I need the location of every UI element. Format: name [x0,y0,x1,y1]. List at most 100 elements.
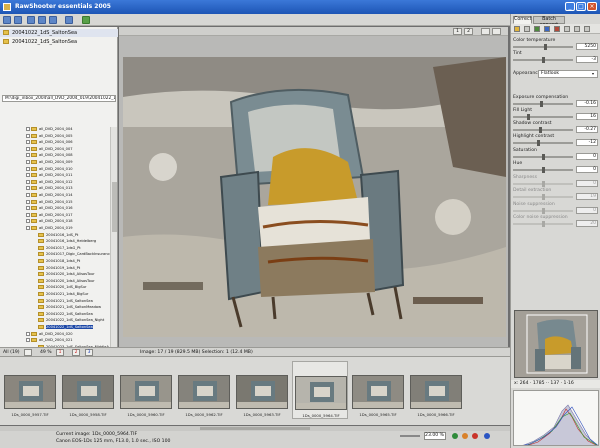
tree-item[interactable]: all_DVD_2004_009 [26,160,73,166]
control-slider[interactable] [513,127,573,133]
tree-item[interactable]: all_DVD_2004_016 [26,206,73,212]
expand-icon[interactable] [26,199,30,204]
tree-item[interactable]: all_DVD_2004_004 [26,127,73,133]
tree-item[interactable]: 20041022_1dS_SaltonSea_Night [38,318,104,324]
tree-item[interactable]: 20041016_1ds4_Heidelberg [38,239,96,245]
filmstrip-thumb[interactable]: 1Ds_0000_5966.TIF [408,361,464,419]
control-slider[interactable] [513,221,573,227]
filter-all-button[interactable]: All (19) [3,348,20,357]
tree-item[interactable]: 20041021_1dS_SaltonSea [38,298,93,305]
close-button[interactable]: × [587,2,597,11]
info-icon[interactable] [484,433,490,439]
control-slider[interactable] [513,44,573,50]
maximize-button[interactable]: □ [576,2,586,11]
browse-icon[interactable] [14,16,22,24]
zoom-slider[interactable] [400,435,420,437]
control-value[interactable]: 19 [576,193,598,200]
filmstrip-thumb[interactable]: 1Ds_0000_5957.TIF [2,361,58,419]
control-value[interactable]: -12 [576,139,598,146]
navigator-preview[interactable] [514,310,598,378]
tree-scrollbar[interactable] [110,127,117,352]
tree-item[interactable]: all_DVD_2004_005 [26,133,73,140]
rotate-right-icon[interactable] [492,28,501,35]
expand-icon[interactable] [26,160,30,164]
expand-icon[interactable] [26,212,30,217]
filmstrip-thumb[interactable]: 1Ds_0000_5963.TIF [234,361,290,419]
snapshot-icon[interactable] [544,26,550,32]
tab-correct[interactable]: Correct [513,16,532,24]
control-value[interactable]: 5250 [576,43,598,50]
control-slider[interactable] [513,114,573,120]
control-slider[interactable] [513,208,573,214]
control-slider[interactable] [513,154,573,160]
minimize-button[interactable]: _ [565,2,575,11]
expand-icon[interactable] [26,146,30,151]
expand-icon[interactable] [26,331,30,336]
tree-item[interactable]: all_DVD_2004_007 [26,146,73,153]
tree-item[interactable]: all_DVD_2004_018 [26,219,73,225]
rotate-left-icon[interactable] [481,28,490,35]
slider-knob[interactable] [541,208,545,214]
tab-batch-convert[interactable]: Batch convert [533,16,565,28]
expand-icon[interactable] [26,127,30,131]
expand-icon[interactable] [26,219,30,224]
tree-item[interactable]: 20041022_1dS_SaltonSea [38,311,93,318]
expand-icon[interactable] [26,173,30,178]
paste-icon[interactable] [574,26,580,32]
filmstrip-thumb[interactable]: 1Ds_0000_5958.TIF [60,361,116,419]
tree-item[interactable]: all_DVD_2004_010 [26,166,73,173]
tree-scroll-thumb[interactable] [112,182,117,232]
undo-icon[interactable] [534,26,540,32]
fit-icon[interactable] [452,433,458,439]
control-slider[interactable] [513,140,573,146]
expand-icon[interactable] [26,186,30,191]
expand-icon[interactable] [26,179,30,184]
tree-item[interactable]: all_DVD_2004_015 [26,199,73,206]
tree-item[interactable]: all_DVD_2004_017 [26,212,73,219]
slider-knob[interactable] [536,140,540,146]
control-slider[interactable] [513,194,573,200]
white-balance-icon[interactable] [514,26,520,32]
slideshow-icon[interactable] [49,16,57,24]
filmstrip-scroll-thumb[interactable] [200,427,310,430]
expand-icon[interactable] [26,166,30,171]
tree-item[interactable]: all_DVD_2004_021 [26,338,73,344]
copy-icon[interactable] [564,26,570,32]
eyedropper-icon[interactable] [524,26,530,32]
priority-1-badge[interactable]: 1 [56,349,64,356]
tree-item[interactable]: 20041020_1ds4_AlisosTour [38,272,95,278]
expand-icon[interactable] [26,226,30,230]
appearance-select[interactable]: Flatlook ▾ [538,70,598,78]
expand-icon[interactable] [26,133,30,138]
expand-icon[interactable] [26,153,30,158]
open-folder-icon[interactable] [3,16,11,24]
tree-item[interactable]: 20041019_1ds4_Pt [38,265,80,272]
slider-knob[interactable] [538,127,542,133]
folder-row[interactable]: 20041022_1dS_SaltonSea [0,29,118,37]
slider-knob[interactable] [544,44,548,50]
view-mode-1-button[interactable]: 1 [453,28,462,35]
control-slider[interactable] [513,181,573,187]
filmstrip-thumb[interactable]: 1Ds_0000_5962.TIF [176,361,232,419]
filmstrip-thumb[interactable]: 1Ds_0000_5964.TIF [292,361,348,419]
tree-item[interactable]: 20041017_Digic_CardBackInsurance [38,252,112,258]
priority-2-badge[interactable]: 2 [72,349,80,356]
control-value[interactable]: -0.27 [576,126,598,133]
slider-knob[interactable] [541,221,545,227]
slider-knob[interactable] [541,154,545,160]
delete-icon[interactable] [65,16,73,24]
rotate-icon[interactable] [24,349,32,356]
reset-icon[interactable] [554,26,560,32]
tree-item[interactable]: 20041020_1ds4_AlisosTour [38,278,95,285]
filmstrip-thumb[interactable]: 1Ds_0000_5965.TIF [350,361,406,419]
tree-item[interactable]: 20041017_1dsG_Pt [38,245,81,252]
slider-knob[interactable] [541,181,545,187]
tree-item[interactable]: all_DVD_2004_011 [26,173,73,179]
tree-item[interactable]: all_DVD_2004_019 [26,226,73,232]
zoom-value[interactable]: 23.00 % [424,432,446,440]
settings-icon[interactable] [584,26,590,32]
zoom-in-icon[interactable] [462,433,468,439]
fullscreen-icon[interactable] [38,16,46,24]
control-slider[interactable] [513,167,573,173]
tree-item[interactable]: all_DVD_2004_013 [26,186,73,192]
